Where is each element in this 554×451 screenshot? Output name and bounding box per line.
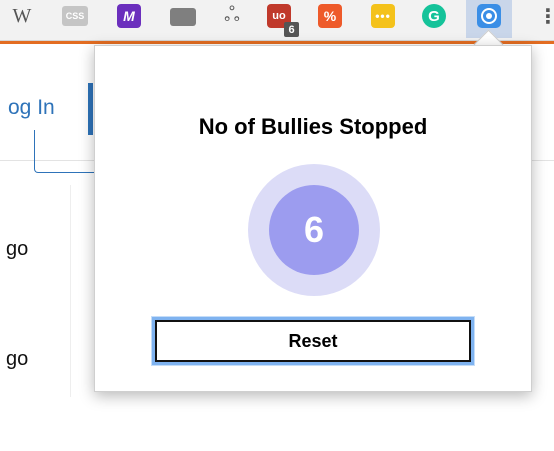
browser-menu-icon[interactable]: ⋮ — [538, 4, 554, 29]
list-item-text: go — [6, 238, 29, 260]
header-button-edge[interactable] — [88, 83, 93, 135]
bullies-count: 6 — [303, 209, 325, 250]
box-icon[interactable] — [170, 8, 196, 26]
grammarly-icon[interactable]: G — [422, 4, 446, 28]
fork-icon[interactable]: ஃ — [220, 4, 244, 28]
popup-title: No of Bullies Stopped — [198, 114, 428, 139]
percent-icon[interactable]: % — [318, 4, 342, 28]
counter-circle: 6 — [248, 164, 380, 296]
dots-icon[interactable]: ••• — [371, 4, 395, 28]
m-logo-icon[interactable]: M — [117, 4, 141, 28]
eye-icon — [481, 8, 497, 24]
extension-popup: No of Bullies Stopped 6 Reset — [94, 45, 532, 392]
reset-button[interactable]: Reset — [152, 317, 474, 365]
bully-blocker-icon[interactable] — [477, 4, 501, 28]
wikipedia-icon[interactable]: W — [10, 4, 34, 28]
counter-inner-circle: 6 — [269, 185, 359, 275]
css-icon[interactable]: CSS — [62, 6, 88, 26]
login-link[interactable]: og In — [8, 96, 55, 120]
browser-toolbar: W CSS M ஃ uo 6 % ••• G ⋮ — [0, 0, 554, 41]
list-item-text: go — [6, 348, 29, 370]
ublock-badge: 6 — [284, 22, 299, 37]
